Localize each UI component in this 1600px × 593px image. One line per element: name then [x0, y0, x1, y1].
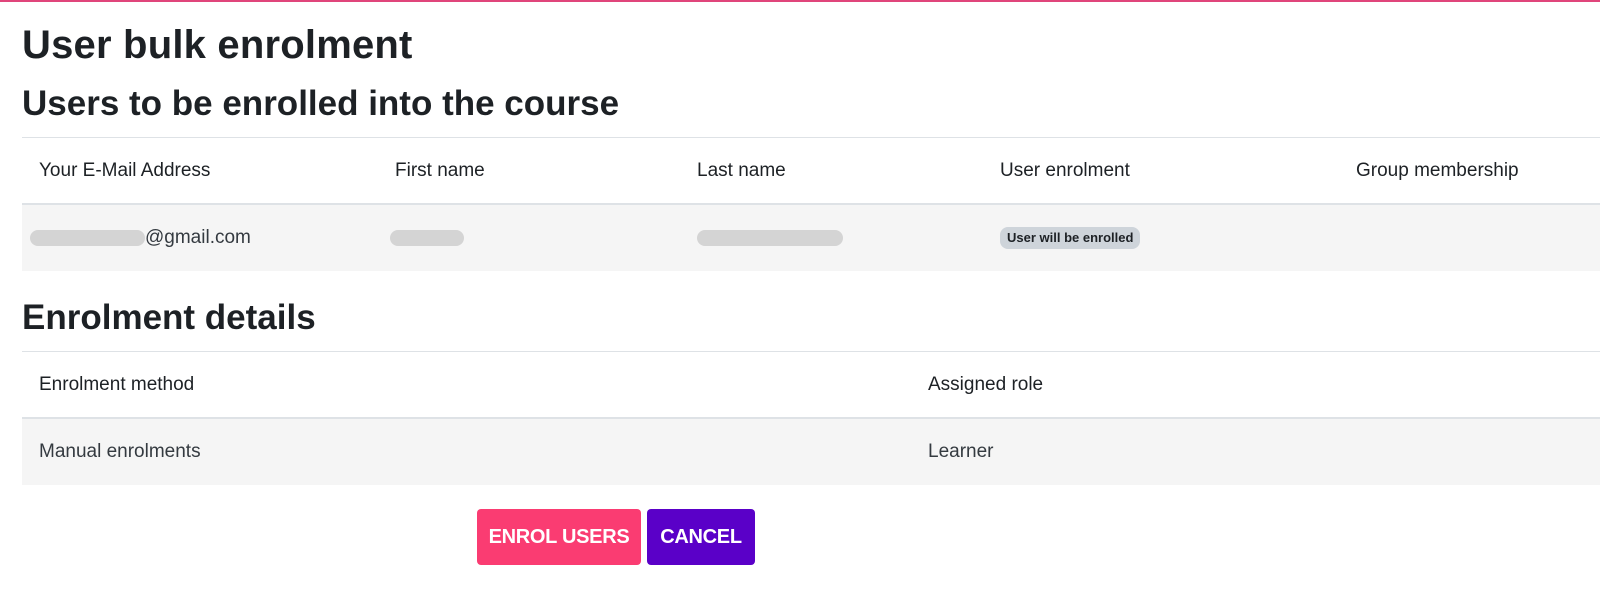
cell-enrolment-method: Manual enrolments: [39, 441, 201, 462]
table-row: @gmail.com User will be enrolled: [22, 205, 1600, 271]
enrolment-details-title: Enrolment details: [22, 298, 316, 337]
enrolment-table-header: Enrolment method Assigned role: [22, 352, 1600, 419]
column-header-last-name: Last name: [697, 159, 786, 181]
column-header-group-membership: Group membership: [1356, 159, 1519, 181]
column-header-enrolment-method: Enrolment method: [39, 373, 195, 395]
top-accent-bar: [0, 0, 1600, 2]
redacted-first-name: [390, 230, 464, 246]
cell-first-name: [390, 205, 464, 271]
enrol-users-button[interactable]: ENROL USERS: [477, 509, 641, 565]
cell-user-enrolment: User will be enrolled: [1000, 205, 1141, 271]
users-table-header: Your E-Mail Address First name Last name…: [22, 138, 1600, 205]
status-badge: User will be enrolled: [1000, 227, 1141, 249]
email-domain: @gmail.com: [145, 227, 251, 248]
users-table: Your E-Mail Address First name Last name…: [22, 137, 1600, 271]
redacted-last-name: [697, 230, 843, 246]
cell-assigned-role: Learner: [928, 441, 994, 462]
cell-email: @gmail.com: [30, 205, 251, 271]
column-header-assigned-role: Assigned role: [928, 373, 1044, 395]
column-header-user-enrolment: User enrolment: [1000, 159, 1130, 181]
enrolment-details-table: Enrolment method Assigned role Manual en…: [22, 351, 1600, 485]
column-header-first-name: First name: [395, 159, 485, 181]
users-section-title: Users to be enrolled into the course: [22, 84, 620, 123]
page-title: User bulk enrolment: [22, 23, 413, 67]
column-header-email: Your E-Mail Address: [39, 159, 211, 181]
cancel-button[interactable]: CANCEL: [647, 509, 755, 565]
cell-last-name: [697, 205, 843, 271]
table-row: Manual enrolments Learner: [22, 419, 1600, 485]
redacted-email-user: [30, 230, 145, 246]
